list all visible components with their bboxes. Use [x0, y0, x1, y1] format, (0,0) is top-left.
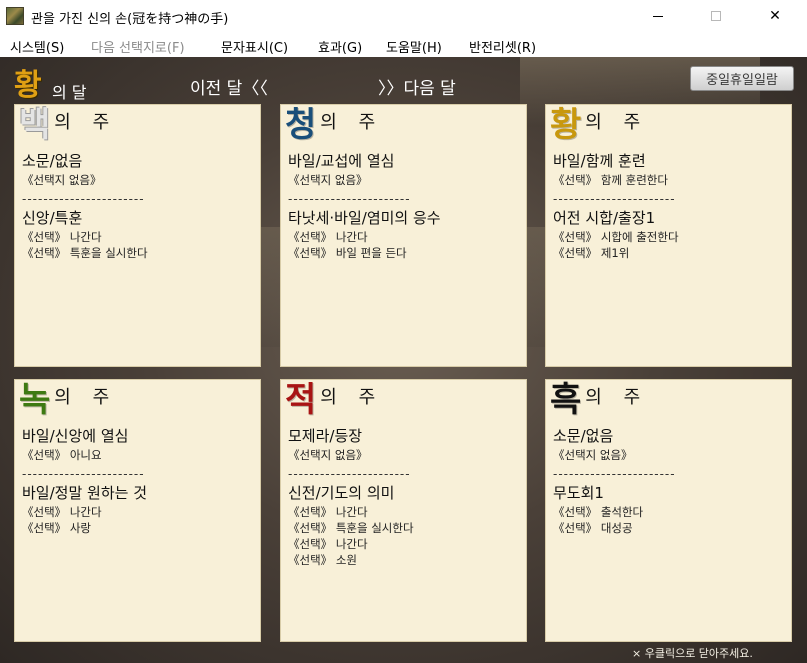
week-suffix: 의 주: [54, 112, 118, 133]
event-title: 타낫세·바일/염미의 응수: [288, 209, 441, 227]
event-choice: 《선택》 대성공: [553, 521, 633, 535]
prev-month-button[interactable]: 이전 달〈〈: [190, 74, 268, 99]
week-color-char: 황: [550, 105, 582, 145]
week-title: 백의 주: [19, 97, 118, 145]
week-title: 녹의 주: [19, 372, 118, 420]
week-panel-red[interactable]: 적의 주모제라/등장 《선택지 없음》 ----------------------…: [280, 379, 527, 642]
menu-text-display[interactable]: 문자표시(C): [221, 37, 288, 56]
week-title: 적의 주: [285, 372, 384, 420]
event-choice: 《선택》 함께 훈련한다: [553, 173, 668, 187]
close-button[interactable]: ✕: [752, 0, 798, 32]
event-choice: 《선택》 특훈을 실시한다: [288, 521, 414, 535]
title-bar: 관을 가진 신의 손(冠を持つ神の手) ✕: [0, 0, 807, 33]
event-title: 바일/함께 훈련: [553, 152, 646, 170]
week-suffix: 의 주: [585, 112, 649, 133]
event-choice: 《선택》 바일 편을 든다: [288, 246, 407, 260]
menu-help[interactable]: 도움말(H): [386, 37, 442, 56]
maximize-button: [693, 0, 739, 32]
event-choice: 《선택지 없음》: [22, 173, 102, 187]
footer-hint: × 우클릭으로 닫아주세요.: [632, 647, 753, 660]
week-panel-white[interactable]: 백의 주소문/없음 《선택지 없음》 -----------------------…: [14, 104, 261, 367]
week-events: 모제라/등장 《선택지 없음》 ----------------------- 신전/…: [288, 422, 522, 568]
calendar-area: 황 의 달 이전 달〈〈 〉〉다음 달 중일휴일일람 백의 주 소문/없음 《선택지…: [0, 57, 807, 663]
week-color-char: 적: [285, 380, 317, 420]
week-title: 흑의 주: [550, 372, 649, 420]
menu-system[interactable]: 시스템(S): [10, 37, 64, 56]
week-suffix: 의 주: [320, 112, 384, 133]
event-title: 바일/교섭에 열심: [288, 152, 395, 170]
menu-reset[interactable]: 반전리셋(R): [469, 37, 536, 56]
holiday-list-button[interactable]: 중일휴일일람: [690, 66, 794, 91]
next-month-button[interactable]: 〉〉다음 달: [378, 74, 456, 99]
event-choice: 《선택》 소원: [288, 553, 357, 567]
event-title: 신앙/특훈: [22, 209, 83, 227]
week-color-char: 흑: [550, 380, 582, 420]
week-panel-blue[interactable]: 청의 주바일/교섭에 열심 《선택지 없음》 -------------------…: [280, 104, 527, 367]
week-suffix: 의 주: [54, 387, 118, 408]
event-choice: 《선택》 나간다: [288, 505, 368, 519]
week-color-char: 청: [285, 105, 317, 145]
close-icon: ✕: [769, 8, 781, 24]
event-title: 신전/기도의 의미: [288, 484, 395, 502]
minimize-button[interactable]: [635, 0, 681, 32]
menu-effects[interactable]: 효과(G): [318, 37, 362, 56]
week-title: 황의 주: [550, 97, 649, 145]
event-choice: 《선택》 제1위: [553, 246, 630, 260]
event-choice: 《선택지 없음》: [288, 448, 368, 462]
event-title: 소문/없음: [553, 427, 614, 445]
event-title: 무도회1: [553, 484, 604, 502]
event-title: 바일/정말 원하는 것: [22, 484, 147, 502]
week-events: 바일/함께 훈련 《선택》 함께 훈련한다 --------------------…: [553, 147, 787, 261]
week-color-char: 백: [19, 105, 51, 145]
week-color-char: 녹: [19, 380, 51, 420]
week-panel-yellow[interactable]: 황의 주바일/함께 훈련 《선택》 함께 훈련한다 ----------------…: [545, 104, 792, 367]
event-title: 어전 시합/출장1: [553, 209, 656, 227]
week-suffix: 의 주: [320, 387, 384, 408]
week-events: 소문/없음 《선택지 없음》 ----------------------- 신앙/특…: [22, 147, 256, 261]
week-panel-black[interactable]: 흑의 주소문/없음 《선택지 없음》 -----------------------…: [545, 379, 792, 642]
menu-bar: 시스템(S) 다음 선택지로(F) 문자표시(C) 효과(G) 도움말(H) 반…: [0, 33, 807, 57]
event-choice: 《선택》 나간다: [288, 230, 368, 244]
event-title: 소문/없음: [22, 152, 83, 170]
app-icon: [6, 7, 24, 25]
event-choice: 《선택》 사랑: [22, 521, 91, 535]
event-divider: -----------------------: [553, 467, 676, 481]
event-title: 모제라/등장: [288, 427, 363, 445]
event-divider: -----------------------: [288, 192, 411, 206]
event-divider: -----------------------: [22, 192, 145, 206]
event-title: 바일/신앙에 열심: [22, 427, 129, 445]
week-title: 청의 주: [285, 97, 384, 145]
maximize-icon: [711, 11, 721, 21]
event-divider: -----------------------: [288, 467, 411, 481]
event-choice: 《선택》 나간다: [22, 230, 102, 244]
window-title: 관을 가진 신의 손(冠を持つ神の手): [31, 12, 229, 27]
minimize-icon: [653, 15, 663, 17]
event-choice: 《선택》 나간다: [22, 505, 102, 519]
event-choice: 《선택》 아니요: [22, 448, 102, 462]
event-choice: 《선택》 특훈을 실시한다: [22, 246, 148, 260]
week-suffix: 의 주: [585, 387, 649, 408]
event-choice: 《선택지 없음》: [553, 448, 633, 462]
menu-next-choice[interactable]: 다음 선택지로(F): [91, 37, 185, 56]
event-choice: 《선택》 출석한다: [553, 505, 644, 519]
event-choice: 《선택》 나간다: [288, 537, 368, 551]
event-choice: 《선택》 시합에 출전한다: [553, 230, 679, 244]
event-divider: -----------------------: [22, 467, 145, 481]
week-panel-green[interactable]: 녹의 주바일/신앙에 열심 《선택》 아니요 -------------------…: [14, 379, 261, 642]
week-events: 소문/없음 《선택지 없음》 ----------------------- 무도회1…: [553, 422, 787, 536]
week-events: 바일/신앙에 열심 《선택》 아니요 -----------------------…: [22, 422, 256, 536]
week-events: 바일/교섭에 열심 《선택지 없음》 -----------------------…: [288, 147, 522, 261]
event-choice: 《선택지 없음》: [288, 173, 368, 187]
event-divider: -----------------------: [553, 192, 676, 206]
